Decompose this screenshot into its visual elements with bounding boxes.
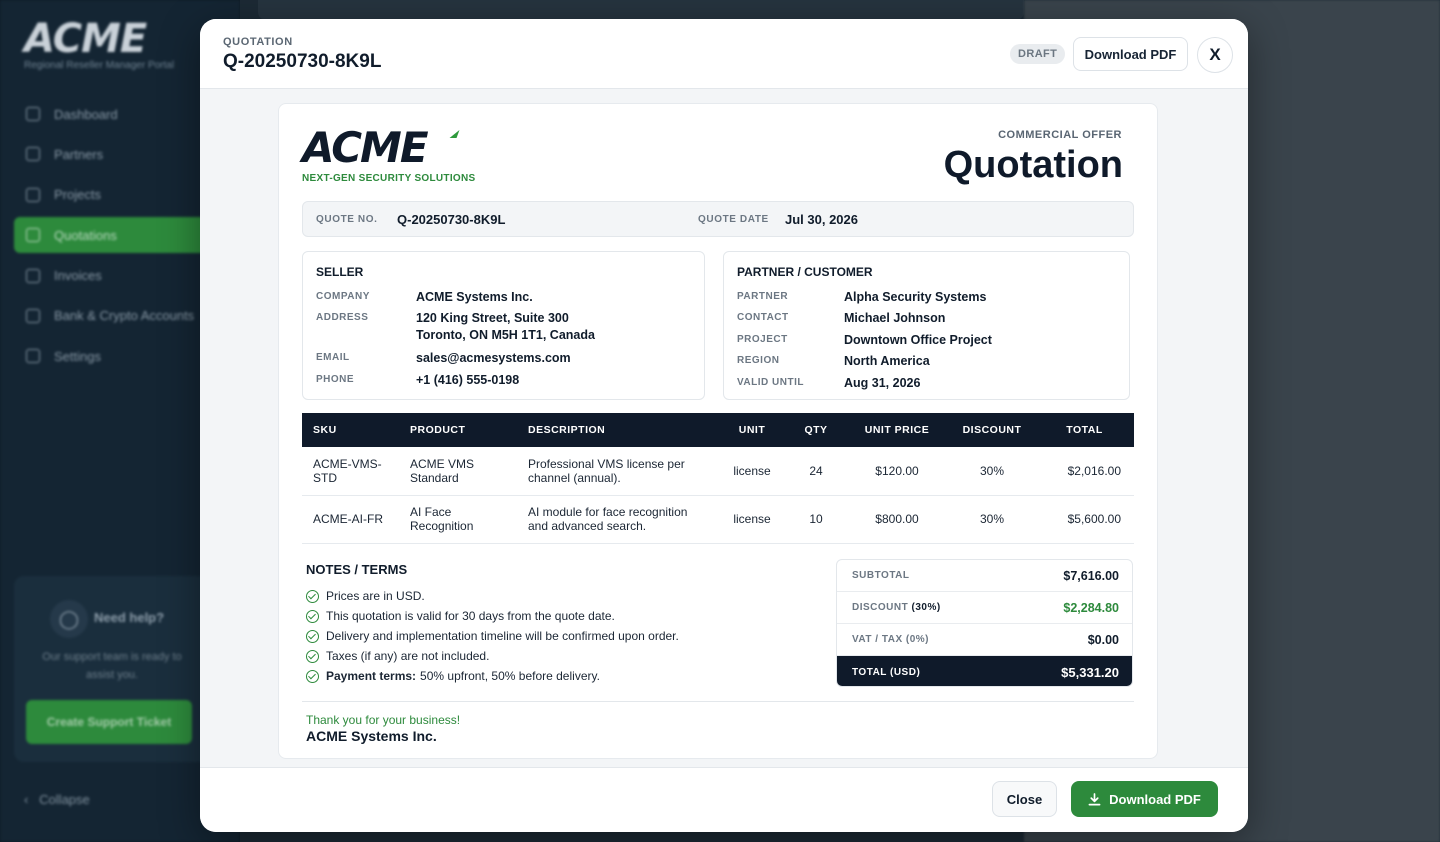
users-icon [26, 147, 40, 162]
col-unit-price: UNIT PRICE [845, 413, 949, 447]
row-unit-price: $800.00 [845, 495, 949, 544]
modal-title: Q-20250730-8K9L [223, 51, 382, 72]
check-circle-icon [306, 669, 319, 683]
help-card: ◯ Need help? Our support team is ready t… [14, 576, 210, 762]
thank-you-text: Thank you for your business! [306, 713, 461, 727]
row-total: $2,016.00 [1035, 447, 1134, 496]
row-product: AI Face Recognition [399, 495, 517, 544]
discount-row: DISCOUNT (30%) $2,284.80 [837, 592, 1132, 624]
col-sku: SKU [302, 413, 399, 447]
customer-valid-until-row: VALID UNTIL Aug 31, 2026 [737, 376, 921, 390]
close-button[interactable]: Close [992, 781, 1057, 817]
row-total: $5,600.00 [1035, 495, 1134, 544]
col-discount: DISCOUNT [949, 413, 1035, 447]
help-title: Need help? [94, 610, 165, 625]
modal-header: QUOTATION Q-20250730-8K9L DRAFT Download… [200, 19, 1248, 89]
home-icon [26, 107, 40, 121]
folder-icon [26, 187, 40, 202]
row-description: AI module for face recognition and advan… [517, 495, 717, 544]
line-items-table: SKU PRODUCT DESCRIPTION UNIT QTY UNIT PR… [302, 413, 1134, 544]
subtotal-row: SUBTOTAL $7,616.00 [837, 560, 1132, 592]
logo-mark-icon [449, 130, 460, 138]
document-title: Quotation [943, 144, 1123, 186]
row-discount: 30% [949, 447, 1035, 496]
quotation-modal: QUOTATION Q-20250730-8K9L DRAFT Download… [200, 19, 1248, 832]
col-qty: QTY [787, 413, 845, 447]
row-unit: license [717, 447, 787, 496]
quote-no-value: Q-20250730-8K9L [397, 212, 506, 227]
list-item: Taxes (if any) are not included. [306, 646, 679, 666]
signer-name: ACME Systems Inc. [306, 728, 437, 744]
customer-card: PARTNER / CUSTOMER PARTNER Alpha Security… [723, 251, 1130, 400]
bank-icon [26, 308, 40, 323]
offer-kicker: COMMERCIAL OFFER [998, 129, 1122, 141]
download-icon [1088, 792, 1101, 805]
check-circle-icon [306, 589, 319, 603]
brand-tagline: NEXT-GEN SECURITY SOLUTIONS [302, 173, 476, 184]
row-qty: 24 [787, 447, 845, 496]
seller-card: SELLER COMPANY ACME Systems Inc. ADDRESS 1… [302, 251, 705, 400]
list-item: Prices are in USD. [306, 586, 679, 606]
row-unit-price: $120.00 [845, 447, 949, 496]
row-sku: ACME-VMS-STD [302, 447, 399, 496]
create-support-ticket-button[interactable]: Create Support Ticket [26, 700, 192, 744]
col-description: DESCRIPTION [517, 413, 717, 447]
seller-company-row: COMPANY ACME Systems Inc. [316, 290, 533, 304]
row-sku: ACME-AI-FR [302, 495, 399, 544]
seller-address-row: ADDRESS 120 King Street, Suite 300 Toronto… [316, 311, 595, 342]
close-icon[interactable]: X [1197, 37, 1233, 73]
list-item: This quotation is valid for 30 days from… [306, 606, 679, 626]
customer-title: PARTNER / CUSTOMER [737, 265, 873, 279]
table-row: ACME-AI-FR AI Face Recognition AI module… [302, 495, 1134, 544]
quotation-document: ACME NEXT-GEN SECURITY SOLUTIONS COMMERC… [278, 103, 1158, 759]
row-unit: license [717, 495, 787, 544]
check-circle-icon [306, 629, 319, 643]
row-description: Professional VMS license per channel (an… [517, 447, 717, 496]
seller-title: SELLER [316, 265, 364, 279]
col-product: PRODUCT [399, 413, 517, 447]
check-circle-icon [306, 609, 319, 623]
col-total: TOTAL [1035, 413, 1134, 447]
seller-phone-row: PHONE +1 (416) 555-0198 [316, 373, 520, 387]
quote-date-label: QUOTE DATE [698, 214, 769, 225]
seller-email-row: EMAIL sales@acmesystems.com [316, 351, 571, 365]
quote-no-label: QUOTE NO. [316, 214, 378, 225]
list-item: Delivery and implementation timeline wil… [306, 626, 679, 646]
table-row: ACME-VMS-STD ACME VMS Standard Professio… [302, 447, 1134, 496]
col-unit: UNIT [717, 413, 787, 447]
quote-date-value: Jul 30, 2026 [785, 212, 858, 227]
notes-title: NOTES / TERMS [306, 562, 408, 577]
grand-total-row: TOTAL (USD) $5,331.20 [837, 656, 1132, 686]
row-discount: 30% [949, 495, 1035, 544]
status-badge: DRAFT [1010, 44, 1066, 64]
customer-project-row: PROJECT Downtown Office Project [737, 333, 992, 347]
customer-region-row: REGION North America [737, 354, 930, 368]
modal-kicker: QUOTATION [223, 36, 293, 48]
quote-meta-bar: QUOTE NO. Q-20250730-8K9L QUOTE DATE Jul… [302, 201, 1134, 237]
download-pdf-button[interactable]: Download PDF [1071, 781, 1218, 817]
row-product: ACME VMS Standard [399, 447, 517, 496]
sidebar-logo: ACME [24, 16, 147, 62]
help-text: Our support team is ready to assist you. [42, 651, 182, 681]
check-circle-icon [306, 649, 319, 663]
document-icon [26, 228, 40, 243]
modal-footer: Close Download PDF [200, 767, 1248, 832]
divider [302, 701, 1134, 702]
download-pdf-button-header[interactable]: Download PDF [1073, 37, 1188, 71]
totals-box: SUBTOTAL $7,616.00 DISCOUNT (30%) $2,284.8… [836, 559, 1133, 687]
row-qty: 10 [787, 495, 845, 544]
table-header-row: SKU PRODUCT DESCRIPTION UNIT QTY UNIT PR… [302, 413, 1134, 447]
vat-row: VAT / TAX (0%) $0.00 [837, 624, 1132, 656]
headset-icon: ◯ [50, 600, 88, 638]
customer-partner-row: PARTNER Alpha Security Systems [737, 290, 987, 304]
invoice-icon [26, 268, 40, 283]
notes-list: Prices are in USD. This quotation is val… [306, 586, 679, 686]
background-card [258, 0, 1024, 20]
acme-logo: ACME [302, 123, 429, 172]
list-item: Payment terms: 50% upfront, 50% before de… [306, 666, 679, 686]
customer-contact-row: CONTACT Michael Johnson [737, 311, 946, 325]
sidebar-subtitle: Regional Reseller Manager Portal [24, 60, 175, 71]
collapse-button[interactable]: ‹ Collapse [24, 792, 90, 807]
gear-icon [26, 349, 40, 364]
